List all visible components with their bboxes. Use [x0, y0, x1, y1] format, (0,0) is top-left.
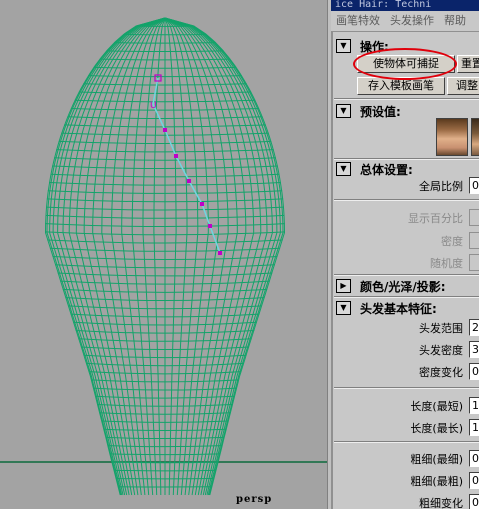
- section-separator: [334, 387, 479, 389]
- preset-thumbnail-1[interactable]: [436, 118, 468, 156]
- global-scale-field[interactable]: 0: [469, 177, 479, 194]
- menu-bar: 画笔特效 头发操作 帮助: [331, 11, 479, 32]
- thickness-variation-field[interactable]: 0: [469, 494, 479, 509]
- density-variation-field[interactable]: 0: [469, 363, 479, 380]
- thickness-min-label: 粗细(最细): [410, 453, 463, 466]
- thickness-variation-label: 粗细变化: [419, 497, 463, 509]
- display-percent-label: 显示百分比: [408, 212, 463, 225]
- window-title: ice Hair: Techni: [331, 0, 479, 11]
- section-separator: [334, 199, 479, 201]
- save-template-brush-button[interactable]: 存入模板画笔: [357, 77, 445, 95]
- section-separator: [334, 98, 479, 100]
- hair-range-label: 头发范围: [419, 322, 463, 335]
- head-wireframe-mesh: U: [0, 17, 327, 496]
- length-min-label: 长度(最短): [410, 400, 463, 413]
- section-separator: [334, 296, 479, 298]
- density-field: [469, 232, 479, 249]
- thickness-max-field[interactable]: 0: [469, 472, 479, 489]
- section-title: 头发基本特征:: [360, 302, 437, 316]
- reset-button[interactable]: 重置: [457, 55, 479, 73]
- menu-item-hair-ops[interactable]: 头发操作: [385, 11, 439, 31]
- section-separator: [334, 274, 479, 276]
- section-separator: [334, 441, 479, 443]
- collapse-toggle-icon[interactable]: ▼: [336, 39, 351, 53]
- expand-toggle-icon[interactable]: ▶: [336, 279, 351, 293]
- thickness-max-label: 粗细(最粗): [410, 475, 463, 488]
- section-title: 总体设置:: [360, 163, 413, 177]
- collapse-toggle-icon[interactable]: ▼: [336, 162, 351, 176]
- density-variation-label: 密度变化: [419, 366, 463, 379]
- hair-tool-panel: ice Hair: Techni 画笔特效 头发操作 帮助 ▼ 操作: 使物体可捕捉…: [331, 0, 479, 509]
- preset-thumbnail-2[interactable]: [471, 118, 479, 156]
- hair-density-field[interactable]: 3: [469, 341, 479, 358]
- density-label: 密度: [441, 235, 463, 248]
- thickness-min-field[interactable]: 0: [469, 450, 479, 467]
- section-operations[interactable]: ▼ 操作:: [334, 37, 479, 56]
- section-global-settings[interactable]: ▼ 总体设置:: [334, 160, 479, 179]
- section-hair-basics[interactable]: ▼ 头发基本特征:: [334, 299, 479, 318]
- make-live-button[interactable]: 使物体可捕捉: [357, 55, 455, 73]
- hair-density-label: 头发密度: [419, 344, 463, 357]
- collapse-toggle-icon[interactable]: ▼: [336, 301, 351, 315]
- svg-text:U: U: [150, 101, 157, 111]
- randomness-field: [469, 254, 479, 271]
- panel-gutter: [331, 31, 333, 509]
- adjust-button[interactable]: 调整: [447, 77, 479, 95]
- length-min-field[interactable]: 1: [469, 397, 479, 414]
- menu-item-help[interactable]: 帮助: [439, 11, 471, 31]
- global-scale-label: 全局比例: [419, 180, 463, 193]
- length-max-field[interactable]: 1: [469, 419, 479, 436]
- hair-range-field[interactable]: 2: [469, 319, 479, 336]
- length-max-label: 长度(最长): [410, 422, 463, 435]
- camera-label: persp: [236, 494, 273, 505]
- perspective-viewport[interactable]: U persp: [0, 0, 327, 509]
- collapse-toggle-icon[interactable]: ▼: [336, 104, 351, 118]
- menu-item-brush-effects[interactable]: 画笔特效: [331, 11, 385, 31]
- display-percent-field: [469, 209, 479, 226]
- section-title: 颜色/光泽/投影:: [360, 280, 446, 294]
- section-title: 预设值:: [360, 105, 401, 119]
- randomness-label: 随机度: [430, 257, 463, 270]
- section-title: 操作:: [360, 40, 389, 54]
- section-color-shine-shadow[interactable]: ▶ 颜色/光泽/投影:: [334, 277, 479, 296]
